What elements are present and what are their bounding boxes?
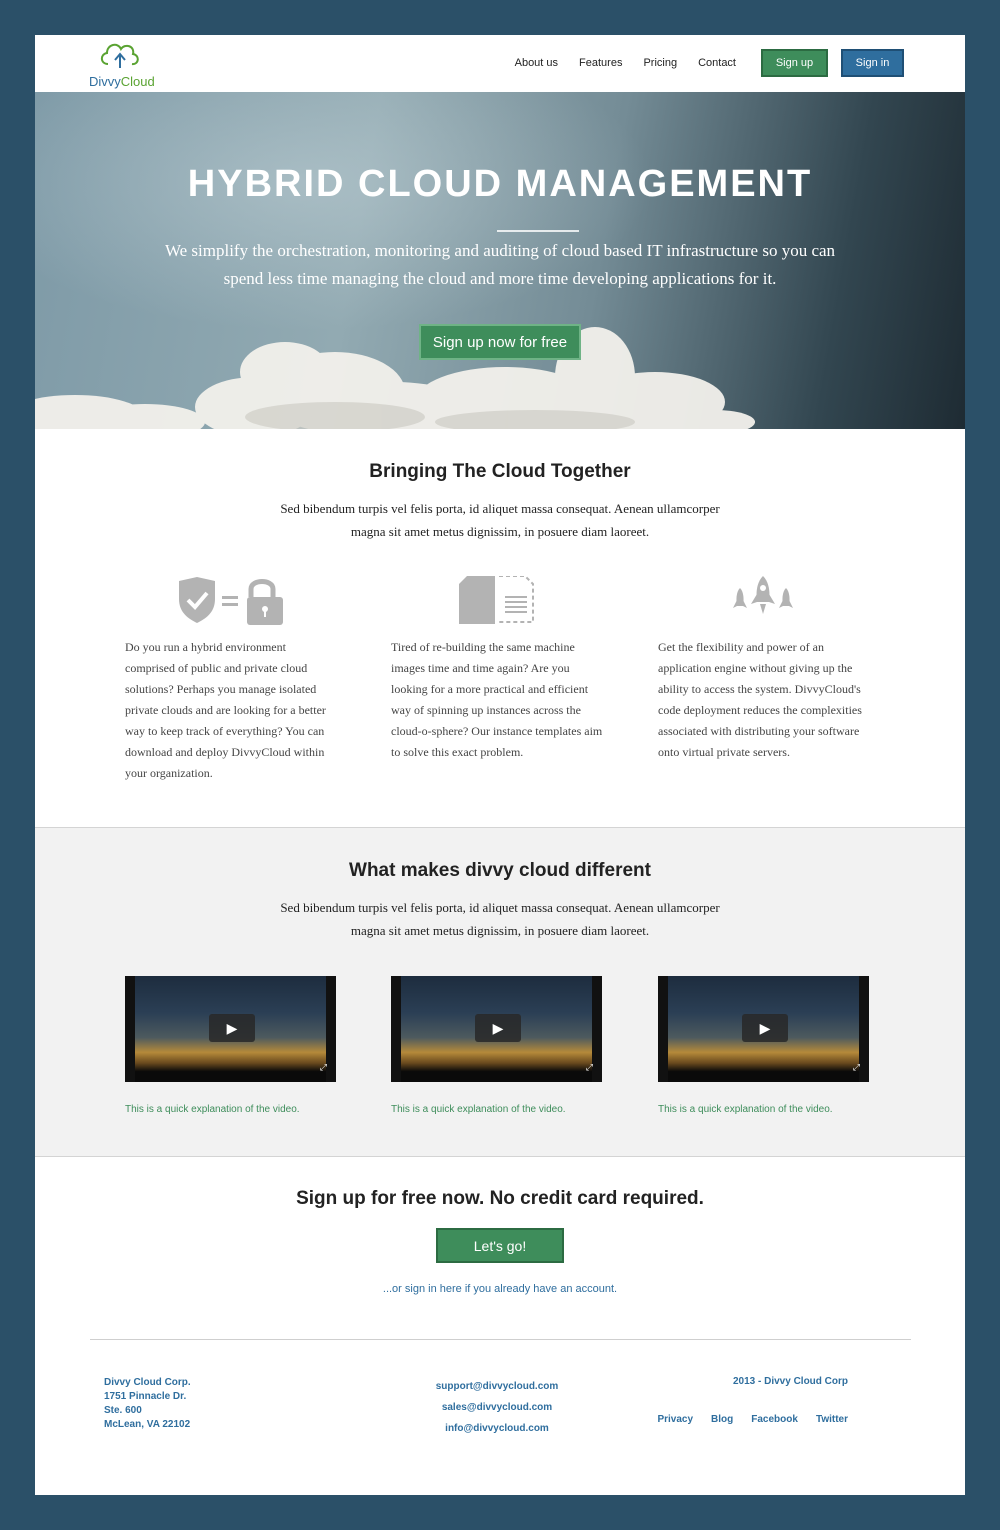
video-player[interactable]: ▶ ⤢ xyxy=(125,976,336,1082)
features-title: Bringing The Cloud Together xyxy=(369,461,631,482)
play-icon[interactable]: ▶ xyxy=(475,1014,521,1042)
footer-links: Privacy Blog Facebook Twitter xyxy=(639,1414,848,1425)
hero-subtitle: We simplify the orchestration, monitorin… xyxy=(164,241,836,288)
footer-address: Divvy Cloud Corp. 1751 Pinnacle Dr. Ste.… xyxy=(104,1376,191,1432)
site-header: DivvyCloud About us Features Pricing Con… xyxy=(35,35,965,92)
hero-divider xyxy=(497,230,579,232)
rockets-icon xyxy=(731,576,795,621)
video-caption: This is a quick explanation of the video… xyxy=(658,1104,833,1115)
different-title: What makes divvy cloud different xyxy=(349,860,651,881)
footer-link-twitter[interactable]: Twitter xyxy=(816,1414,848,1425)
feature-text-templates: Tired of re-building the same machine im… xyxy=(391,640,603,759)
footer-copyright: 2013 - Divvy Cloud Corp xyxy=(732,1376,848,1387)
hero-signup-button[interactable]: Sign up now for free xyxy=(419,324,581,360)
fullscreen-icon[interactable]: ⤢ xyxy=(853,1062,860,1073)
footer-link-privacy[interactable]: Privacy xyxy=(657,1414,693,1425)
hero-banner: HYBRID CLOUD MANAGEMENT We simplify the … xyxy=(35,92,965,429)
play-icon[interactable]: ▶ xyxy=(742,1014,788,1042)
sign-in-link[interactable]: ...or sign in here if you already have a… xyxy=(35,1283,965,1295)
document-copy-icon xyxy=(459,575,535,629)
shield-lock-icon xyxy=(177,577,283,630)
play-icon[interactable]: ▶ xyxy=(209,1014,255,1042)
section-divider xyxy=(35,1156,965,1157)
nav-contact[interactable]: Contact xyxy=(698,57,736,69)
feature-text-deployment: Get the flexibility and power of an appl… xyxy=(658,640,862,759)
signup-title: Sign up for free now. No credit card req… xyxy=(296,1188,704,1209)
address-line: 1751 Pinnacle Dr. xyxy=(104,1391,187,1402)
footer-link-facebook[interactable]: Facebook xyxy=(751,1414,798,1425)
address-line: McLean, VA 22102 xyxy=(104,1419,191,1430)
features-intro: Sed bibendum turpis vel felis porta, id … xyxy=(280,501,720,539)
email-support-link[interactable]: support@divvycloud.com xyxy=(415,1376,579,1397)
video-caption: This is a quick explanation of the video… xyxy=(391,1104,566,1115)
address-line: Divvy Cloud Corp. xyxy=(104,1377,191,1388)
video-player[interactable]: ▶ ⤢ xyxy=(658,976,869,1082)
video-player[interactable]: ▶ ⤢ xyxy=(391,976,602,1082)
email-sales-link[interactable]: sales@divvycloud.com xyxy=(415,1397,579,1418)
logo-text-cloud: Cloud xyxy=(120,74,155,89)
nav-features[interactable]: Features xyxy=(579,57,622,69)
cloud-logo-icon xyxy=(100,43,139,68)
footer-divider xyxy=(90,1339,911,1340)
feature-text-hybrid: Do you run a hybrid environment comprise… xyxy=(125,640,326,780)
logo[interactable]: DivvyCloud xyxy=(88,38,155,89)
nav-about-us[interactable]: About us xyxy=(515,57,558,69)
address-line: Ste. 600 xyxy=(104,1405,142,1416)
nav-pricing[interactable]: Pricing xyxy=(643,57,677,69)
logo-text-divvy: Divvy xyxy=(89,74,121,89)
page: DivvyCloud About us Features Pricing Con… xyxy=(35,35,965,1495)
footer-link-blog[interactable]: Blog xyxy=(711,1414,733,1425)
lets-go-button[interactable]: Let's go! xyxy=(436,1228,564,1263)
footer-emails: support@divvycloud.com sales@divvycloud.… xyxy=(415,1376,579,1439)
hero-title: HYBRID CLOUD MANAGEMENT xyxy=(187,163,813,205)
fullscreen-icon[interactable]: ⤢ xyxy=(586,1062,593,1073)
different-intro: Sed bibendum turpis vel felis porta, id … xyxy=(280,900,720,938)
sign-in-button[interactable]: Sign in xyxy=(841,49,904,77)
email-info-link[interactable]: info@divvycloud.com xyxy=(415,1418,579,1439)
fullscreen-icon[interactable]: ⤢ xyxy=(320,1062,327,1073)
main-nav: About us Features Pricing Contact Sign u… xyxy=(515,49,904,77)
sign-up-button[interactable]: Sign up xyxy=(761,49,828,77)
logo-text: DivvyCloud xyxy=(89,74,155,89)
video-caption: This is a quick explanation of the video… xyxy=(125,1104,300,1115)
section-divider xyxy=(35,827,965,828)
